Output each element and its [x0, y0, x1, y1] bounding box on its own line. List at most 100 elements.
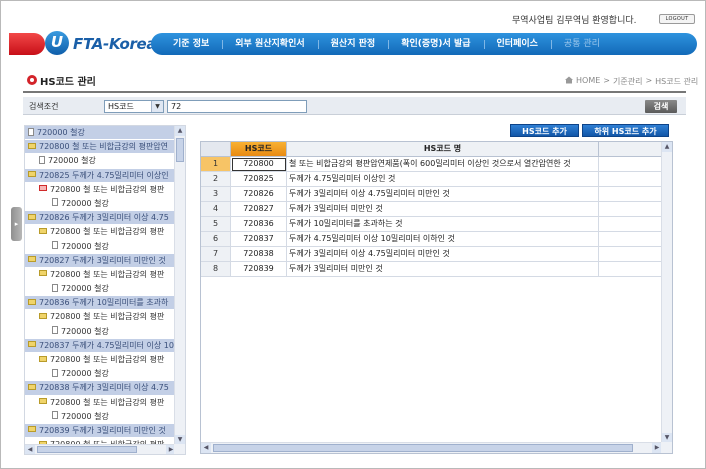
row-number-cell[interactable]: 5 [201, 217, 231, 232]
table-row[interactable]: 4 720827 두께가 3밀리미터 미만인 것 [201, 202, 662, 217]
tree-node[interactable]: 720839 두께가 3밀리미터 미만인 것 [25, 423, 176, 439]
tree-node[interactable]: 720800 철 또는 비합금강의 평판 [25, 396, 176, 410]
search-input[interactable]: 72 [167, 100, 307, 113]
tree-node[interactable]: 720800 철 또는 비합금강의 평판 [25, 183, 176, 197]
scroll-left-icon[interactable]: ◀ [201, 443, 211, 453]
grid-body: 1 720800 철 또는 비합금강의 평판압연제품(폭이 600밀리미터 이상인 … [201, 157, 662, 277]
table-row[interactable]: 3 720826 두께가 3밀리미터 이상 4.75밀리미터 미만인 것 [201, 187, 662, 202]
tree-node[interactable]: 720000 철강 [25, 197, 176, 211]
add-sub-hs-code-button[interactable]: 하위 HS코드 추가 [582, 124, 669, 137]
row-number-cell[interactable]: 7 [201, 247, 231, 262]
tree-node[interactable]: 720000 철강 [25, 410, 176, 424]
hs-code-grid: HS코드 HS코드 명 1 720800 철 또는 비합금강의 평판압연제품(폭이 … [200, 141, 673, 454]
hs-code-cell[interactable]: 720826 [231, 187, 287, 202]
column-header-hs-name[interactable]: HS코드 명 [287, 142, 599, 157]
empty-cell [599, 262, 662, 277]
nav-item-common-management[interactable]: 공통 관리 [550, 33, 613, 55]
scroll-thumb[interactable] [37, 446, 137, 453]
folder-icon [28, 383, 36, 390]
search-button[interactable]: 검색 [645, 100, 677, 113]
row-number-cell[interactable]: 2 [201, 172, 231, 187]
row-number-cell[interactable]: 3 [201, 187, 231, 202]
hs-code-cell[interactable]: 720837 [231, 232, 287, 247]
hs-code-cell[interactable]: 720836 [231, 217, 287, 232]
tree-node[interactable]: 720838 두께가 3밀리미터 이상 4.75 [25, 381, 176, 396]
empty-cell [599, 187, 662, 202]
tree-node[interactable]: 720000 철강 [25, 367, 176, 381]
tree-node[interactable]: 720800 철 또는 비합금강의 평판 [25, 268, 176, 282]
tree-node[interactable]: 720000 철강 [25, 325, 176, 339]
hs-name-cell[interactable]: 두께가 10밀리미터를 초과하는 것 [287, 217, 599, 232]
hs-code-cell[interactable]: 720839 [231, 262, 287, 277]
hs-code-cell[interactable]: 720800 [231, 157, 287, 172]
tree-node-label: 720000 철강 [61, 198, 109, 208]
tree-node[interactable]: 720800 철 또는 비합금강의 평판압연 [25, 140, 176, 155]
folder-icon [28, 256, 36, 263]
tree-node[interactable]: 720800 철 또는 비합금강의 평판 [25, 353, 176, 367]
tree-horizontal-scrollbar[interactable]: ◀ ▶ [25, 444, 176, 454]
table-row[interactable]: 8 720839 두께가 3밀리미터 미만인 것 [201, 262, 662, 277]
tree-node[interactable]: 720800 철 또는 비합금강의 평판 [25, 225, 176, 239]
nav-item-certificate-issuance[interactable]: 확인(증명)서 발급 [388, 33, 483, 55]
hs-name-cell[interactable]: 두께가 3밀리미터 이상 4.75밀리미터 미만인 것 [287, 187, 599, 202]
table-row[interactable]: 5 720836 두께가 10밀리미터를 초과하는 것 [201, 217, 662, 232]
grid-vertical-scrollbar[interactable]: ▲ ▼ [661, 142, 672, 443]
chevron-down-icon[interactable]: ▼ [151, 101, 163, 112]
table-row[interactable]: 6 720837 두께가 4.75밀리미터 이상 10밀리미터 이하인 것 [201, 232, 662, 247]
breadcrumb-home[interactable]: HOME [576, 76, 600, 87]
search-type-select[interactable]: HS코드 ▼ [104, 100, 164, 113]
column-header-hs-code[interactable]: HS코드 [231, 142, 287, 157]
tree-node[interactable]: 720800 철 또는 비합금강의 평판 [25, 310, 176, 324]
scroll-up-icon[interactable]: ▲ [662, 142, 672, 152]
hs-name-cell[interactable]: 두께가 4.75밀리미터 이상 10밀리미터 이하인 것 [287, 232, 599, 247]
table-row[interactable]: 7 720838 두께가 3밀리미터 이상 4.75밀리미터 미만인 것 [201, 247, 662, 262]
breadcrumb-separator: > [645, 76, 653, 85]
empty-cell [599, 157, 662, 172]
nav-item-origin-determination[interactable]: 원산지 판정 [317, 33, 389, 55]
tree-vertical-scrollbar[interactable]: ▲ ▼ [174, 126, 185, 445]
tree-node[interactable]: 720826 두께가 3밀리미터 이상 4.75 [25, 211, 176, 226]
hs-name-cell[interactable]: 철 또는 비합금강의 평판압연제품(폭이 600밀리미터 이상인 것으로서 열간… [287, 157, 599, 172]
hs-code-cell[interactable]: 720838 [231, 247, 287, 262]
hs-name-cell[interactable]: 두께가 4.75밀리미터 이상인 것 [287, 172, 599, 187]
tree-node[interactable]: 720000 철강 [25, 126, 176, 141]
tree-node[interactable]: 720827 두께가 3밀리미터 미만인 것 [25, 253, 176, 268]
row-number-cell[interactable]: 4 [201, 202, 231, 217]
empty-cell [599, 247, 662, 262]
panel-toggle-handle[interactable]: ▸ [11, 207, 22, 241]
folder-icon [39, 270, 47, 277]
scroll-up-icon[interactable]: ▲ [175, 126, 185, 136]
tree-node-label: 720837 두께가 4.75밀리미터 이상 10 [39, 340, 174, 350]
nav-item-external-origin-confirmation[interactable]: 외부 원산지확인서 [222, 33, 317, 55]
nav-item-standard-info[interactable]: 기준 정보 [160, 33, 222, 55]
tree-node[interactable]: 720837 두께가 4.75밀리미터 이상 10 [25, 338, 176, 353]
hs-code-cell[interactable]: 720825 [231, 172, 287, 187]
hs-name-cell[interactable]: 두께가 3밀리미터 이상 4.75밀리미터 미만인 것 [287, 247, 599, 262]
scroll-left-icon[interactable]: ◀ [25, 445, 35, 454]
table-row[interactable]: 2 720825 두께가 4.75밀리미터 이상인 것 [201, 172, 662, 187]
row-number-cell[interactable]: 8 [201, 262, 231, 277]
nav-item-interface[interactable]: 인터페이스 [483, 33, 551, 55]
tree-node[interactable]: 720000 철강 [25, 240, 176, 254]
tree-node[interactable]: 720836 두께가 10밀리미터를 초과하 [25, 296, 176, 311]
tree-node[interactable]: 720000 철강 [25, 282, 176, 296]
tree-node[interactable]: 720825 두께가 4.75밀리미터 이상인 [25, 168, 176, 183]
scroll-thumb[interactable] [213, 444, 633, 452]
add-hs-code-button[interactable]: HS코드 추가 [510, 124, 579, 137]
main-nav: 기준 정보 외부 원산지확인서 원산지 판정 확인(증명)서 발급 인터페이스 … [151, 33, 697, 55]
grid-corner-cell[interactable] [201, 142, 231, 157]
hs-name-cell[interactable]: 두께가 3밀리미터 미만인 것 [287, 202, 599, 217]
tree-node[interactable]: 720000 철강 [25, 154, 176, 168]
folder-icon [28, 341, 36, 348]
scroll-thumb[interactable] [176, 138, 184, 162]
breadcrumb-standard-management[interactable]: 기준관리 [613, 76, 642, 87]
row-number-cell[interactable]: 6 [201, 232, 231, 247]
logout-button[interactable]: LOGOUT [659, 14, 695, 24]
row-number-cell[interactable]: 1 [201, 157, 231, 172]
hs-name-cell[interactable]: 두께가 3밀리미터 미만인 것 [287, 262, 599, 277]
tree-node-label: 720000 철강 [61, 284, 109, 294]
column-header-empty [599, 142, 662, 157]
table-row[interactable]: 1 720800 철 또는 비합금강의 평판압연제품(폭이 600밀리미터 이상인 … [201, 157, 662, 172]
grid-horizontal-scrollbar[interactable]: ◀ ▶ [201, 442, 662, 453]
hs-code-cell[interactable]: 720827 [231, 202, 287, 217]
